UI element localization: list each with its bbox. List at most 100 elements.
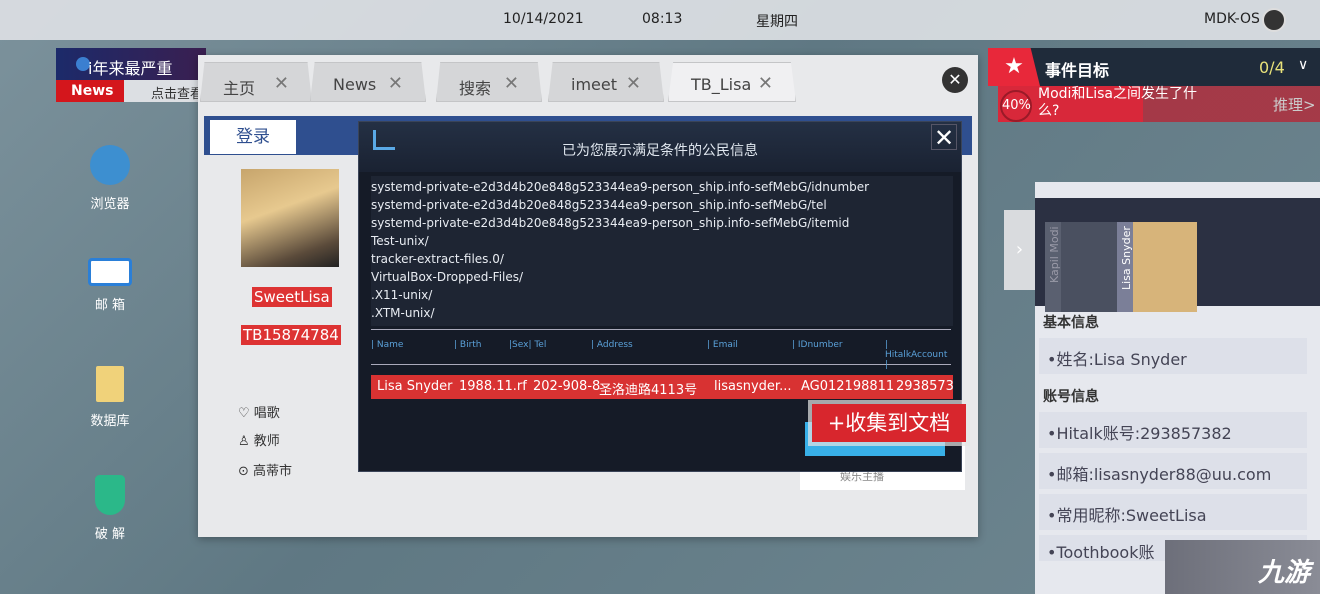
card-name: Lisa Snyder [1120, 226, 1133, 290]
weekday: 星期四 [756, 14, 798, 30]
globe-icon [90, 145, 130, 185]
news-sub: 点击查看 [151, 87, 204, 102]
progress-ring: 40% [1000, 90, 1032, 122]
section-account: 账号信息 [1043, 389, 1099, 405]
event-objective[interactable]: ★ 事件目标 0/4 ∨ 40% Modi和Lisa之间发生了什么? 推理> [988, 48, 1320, 122]
tie-icon: ♙ [238, 434, 250, 449]
desktop-browser[interactable]: 浏览器 [78, 145, 142, 212]
cell: 2938573 [896, 379, 954, 394]
info-panel: Kapil Modi Lisa Snyder 基本信息 •姓名:Lisa Sny… [1035, 182, 1320, 594]
line: systemd-private-e2d3d4b20e848g523344ea9-… [371, 216, 850, 230]
cell: AG012198811 [801, 379, 895, 394]
col: |Sex| Tel [509, 340, 547, 350]
character-cards: Kapil Modi Lisa Snyder [1035, 198, 1320, 312]
news-label: News [56, 80, 124, 102]
info-item: •邮箱:lisasnyder88@uu.com [1039, 453, 1307, 489]
desktop-label: 邮 箱 [94, 298, 126, 313]
terminal-output: systemd-private-e2d3d4b20e848g523344ea9-… [371, 176, 953, 326]
col: | Birth [454, 340, 482, 350]
watermark: 九游 [1165, 540, 1320, 594]
tab-tb-lisa[interactable]: TB_Lisa ✕ [668, 62, 796, 102]
reason-button[interactable]: 推理> [1273, 94, 1316, 115]
job: ♙ 教师 [238, 430, 280, 449]
cell: 202-908-8 [533, 379, 601, 394]
expand-panel-button[interactable]: › [1004, 210, 1035, 290]
tab-label: TB_Lisa [691, 75, 752, 94]
line: .XTM-unix/ [371, 306, 435, 320]
section-basic: 基本信息 [1043, 315, 1099, 331]
objective-title: 事件目标 [1045, 61, 1110, 80]
dialog-title: 已为您展示满足条件的公民信息 [562, 143, 758, 159]
info-item: •Hitalk账号:293857382 [1039, 412, 1307, 448]
location-icon: ⊙ [238, 464, 249, 479]
tab-label: 搜索 [459, 79, 492, 98]
mail-icon [88, 258, 132, 286]
desktop-label: 数据库 [90, 414, 130, 429]
sql-file-icon [96, 366, 124, 402]
news-ticker[interactable]: i年来最严重 News 点击查看 [56, 48, 206, 102]
date: 10/14/2021 [503, 11, 584, 27]
time: 08:13 [642, 11, 683, 27]
city-text: 高蒂市 [253, 464, 293, 479]
login-button[interactable]: 登录 [210, 120, 296, 154]
news-headline: i年来最严重 [88, 59, 173, 78]
tab-label: 主页 [223, 79, 256, 98]
desktop-crack[interactable]: 破 解 [78, 475, 142, 542]
close-icon[interactable]: ✕ [274, 73, 289, 94]
collect-to-document-button[interactable]: +收集到文档 [812, 404, 966, 442]
table-header: | Name | Birth |Sex| Tel | Address | Ema… [371, 329, 951, 370]
col: | HitalkAccount | [885, 340, 948, 370]
objective-count: 0/4 [1259, 58, 1285, 77]
cell: lisasnyder... [714, 379, 792, 394]
tab-home[interactable]: 主页 ✕ [200, 62, 312, 102]
hobby: ♡ 唱歌 [238, 402, 280, 421]
close-dialog-button[interactable]: ✕ [931, 124, 957, 151]
avatar [241, 169, 339, 267]
col: | Name [371, 340, 404, 350]
line: systemd-private-e2d3d4b20e848g523344ea9-… [371, 180, 870, 194]
eye-icon [1262, 8, 1286, 32]
close-window-button[interactable]: ✕ [942, 67, 968, 93]
col: | IDnumber [792, 340, 843, 350]
line: VirtualBox-Dropped-Files/ [371, 270, 524, 284]
desktop-mail[interactable]: 邮 箱 [78, 258, 142, 313]
tab-search[interactable]: 搜索 ✕ [436, 62, 542, 102]
desktop-database[interactable]: 数据库 [78, 366, 142, 429]
cell: 圣洛迪路4113号 [599, 383, 698, 398]
col: | Email [707, 340, 738, 350]
profile-id: TB15874784 [241, 325, 341, 345]
close-icon[interactable]: ✕ [504, 73, 519, 94]
heart-icon: ♡ [238, 406, 250, 421]
line: .X11-unix/ [371, 288, 433, 302]
tab-label: imeet [571, 75, 617, 94]
line: systemd-private-e2d3d4b20e848g523344ea9-… [371, 198, 827, 212]
close-icon[interactable]: ✕ [388, 73, 403, 94]
col: | Address [591, 340, 633, 350]
close-icon[interactable]: ✕ [758, 73, 773, 94]
hobby-text: 唱歌 [253, 406, 280, 421]
table-row[interactable]: Lisa Snyder 1988.11.rf 202-908-8 圣洛迪路411… [371, 375, 954, 399]
profile-name: SweetLisa [252, 287, 332, 307]
tab-news[interactable]: News ✕ [310, 62, 426, 102]
job-text: 教师 [253, 434, 280, 449]
card-kapil-modi[interactable]: Kapil Modi [1045, 222, 1125, 312]
card-name: Kapil Modi [1048, 226, 1061, 283]
city: ⊙ 高蒂市 [238, 460, 292, 479]
os-name: MDK-OS [1204, 11, 1260, 27]
tab-label: News [333, 75, 377, 94]
status-bar: 10/14/2021 08:13 星期四 MDK-OS [0, 0, 1320, 40]
info-item: •常用昵称:SweetLisa [1039, 494, 1307, 530]
cell: Lisa Snyder [377, 379, 453, 394]
chevron-down-icon[interactable]: ∨ [1298, 57, 1308, 73]
close-icon[interactable]: ✕ [626, 73, 641, 94]
line: Test-unix/ [371, 234, 429, 248]
cell: 1988.11.rf [459, 379, 527, 394]
info-name: •姓名:Lisa Snyder [1039, 338, 1307, 374]
desktop-label: 浏览器 [90, 197, 130, 212]
line: tracker-extract-files.0/ [371, 252, 504, 266]
tab-imeet[interactable]: imeet ✕ [548, 62, 664, 102]
question-text: Modi和Lisa之间发生了什么? [1038, 86, 1197, 119]
dialog-header: 已为您展示满足条件的公民信息 ✕ [359, 122, 961, 172]
desktop-label: 破 解 [94, 527, 126, 542]
card-lisa-snyder[interactable]: Lisa Snyder [1117, 222, 1197, 312]
